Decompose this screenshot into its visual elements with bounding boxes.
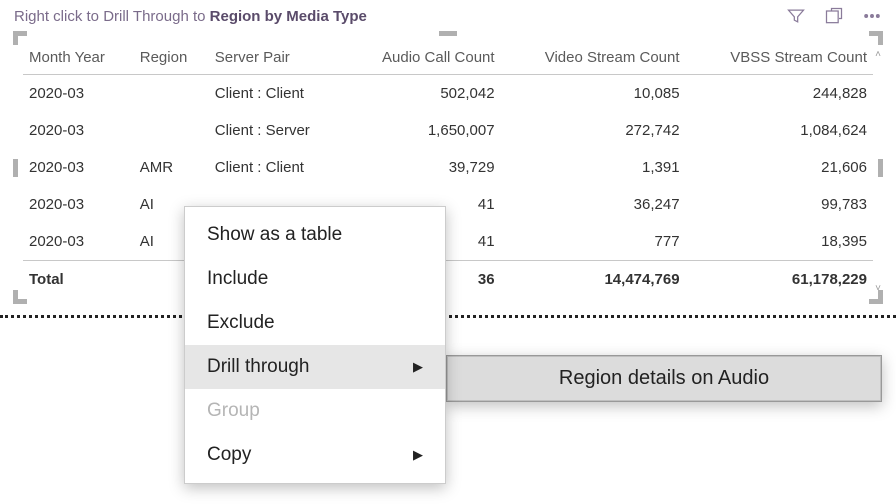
cell-video: 36,247 (501, 186, 686, 223)
menu-copy[interactable]: Copy ▶ (185, 433, 445, 477)
visual-header-icons (786, 6, 882, 26)
menu-group: Group (185, 389, 445, 433)
cell-month-year: 2020-03 (23, 75, 134, 113)
cell-month-year: 2020-03 (23, 112, 134, 149)
cell-region: AMR (134, 149, 209, 186)
col-month-year[interactable]: Month Year (23, 45, 134, 75)
menu-label: Show as a table (207, 224, 342, 246)
visual-header: Right click to Drill Through to Region b… (0, 0, 896, 30)
table-total-row[interactable]: Total 36 14,474,769 61,178,229 (23, 261, 873, 299)
cell-server-pair: Client : Server (209, 112, 344, 149)
total-label: Total (23, 261, 134, 299)
table-row[interactable]: 2020-03 AI 41 777 18,395 (23, 223, 873, 261)
table-scroll-region[interactable]: ˄ ˅ Month Year Region Server Pair Audio … (13, 31, 883, 304)
data-table: Month Year Region Server Pair Audio Call… (23, 45, 873, 298)
context-menu: Show as a table Include Exclude Drill th… (184, 206, 446, 484)
cell-vbss: 1,084,624 (686, 112, 873, 149)
cell-vbss: 244,828 (686, 75, 873, 113)
col-server-pair[interactable]: Server Pair (209, 45, 344, 75)
cell-video: 777 (501, 223, 686, 261)
chevron-right-icon: ▶ (413, 447, 423, 463)
cell-audio: 39,729 (344, 149, 501, 186)
table-row[interactable]: 2020-03 Client : Client 502,042 10,085 2… (23, 75, 873, 113)
chevron-right-icon: ▶ (413, 359, 423, 375)
menu-label: Drill through (207, 356, 309, 378)
hint-prefix: Right click to Drill Through to (14, 8, 210, 25)
cell-audio: 502,042 (344, 75, 501, 113)
col-region[interactable]: Region (134, 45, 209, 75)
menu-include[interactable]: Include (185, 257, 445, 301)
cell-audio: 1,650,007 (344, 112, 501, 149)
menu-label: Include (207, 268, 268, 290)
cell-vbss: 99,783 (686, 186, 873, 223)
menu-exclude[interactable]: Exclude (185, 301, 445, 345)
col-video[interactable]: Video Stream Count (501, 45, 686, 75)
drillthrough-hint: Right click to Drill Through to Region b… (14, 8, 367, 25)
menu-label: Copy (207, 444, 251, 466)
filter-icon[interactable] (786, 6, 806, 26)
total-vbss: 61,178,229 (686, 261, 873, 299)
menu-drill-through[interactable]: Drill through ▶ (185, 345, 445, 389)
table-row[interactable]: 2020-03 AI 41 36,247 99,783 (23, 186, 873, 223)
cell-month-year: 2020-03 (23, 223, 134, 261)
cell-region (134, 112, 209, 149)
table-row[interactable]: 2020-03 Client : Server 1,650,007 272,74… (23, 112, 873, 149)
cell-server-pair: Client : Client (209, 149, 344, 186)
table-header-row: Month Year Region Server Pair Audio Call… (23, 45, 873, 75)
cell-vbss: 18,395 (686, 223, 873, 261)
total-video: 14,474,769 (501, 261, 686, 299)
scroll-down-icon[interactable]: ˅ (875, 283, 881, 294)
section-divider (0, 315, 896, 318)
submenu-region-details-audio[interactable]: Region details on Audio (447, 356, 881, 401)
menu-label: Group (207, 400, 260, 422)
cell-vbss: 21,606 (686, 149, 873, 186)
cell-video: 1,391 (501, 149, 686, 186)
hint-target: Region by Media Type (210, 8, 367, 25)
cell-month-year: 2020-03 (23, 149, 134, 186)
col-vbss[interactable]: VBSS Stream Count (686, 45, 873, 75)
menu-show-as-table[interactable]: Show as a table (185, 213, 445, 257)
cell-region (134, 75, 209, 113)
scroll-up-icon[interactable]: ˄ (875, 49, 881, 60)
drill-through-submenu: Region details on Audio (446, 355, 882, 402)
col-audio[interactable]: Audio Call Count (344, 45, 501, 75)
cell-video: 10,085 (501, 75, 686, 113)
more-options-icon[interactable] (862, 6, 882, 26)
table-row[interactable]: 2020-03 AMR Client : Client 39,729 1,391… (23, 149, 873, 186)
cell-server-pair: Client : Client (209, 75, 344, 113)
menu-label: Exclude (207, 312, 275, 334)
submenu-label: Region details on Audio (559, 367, 769, 390)
cell-video: 272,742 (501, 112, 686, 149)
cell-month-year: 2020-03 (23, 186, 134, 223)
focus-mode-icon[interactable] (824, 6, 844, 26)
table-visual[interactable]: ˄ ˅ Month Year Region Server Pair Audio … (12, 30, 884, 305)
